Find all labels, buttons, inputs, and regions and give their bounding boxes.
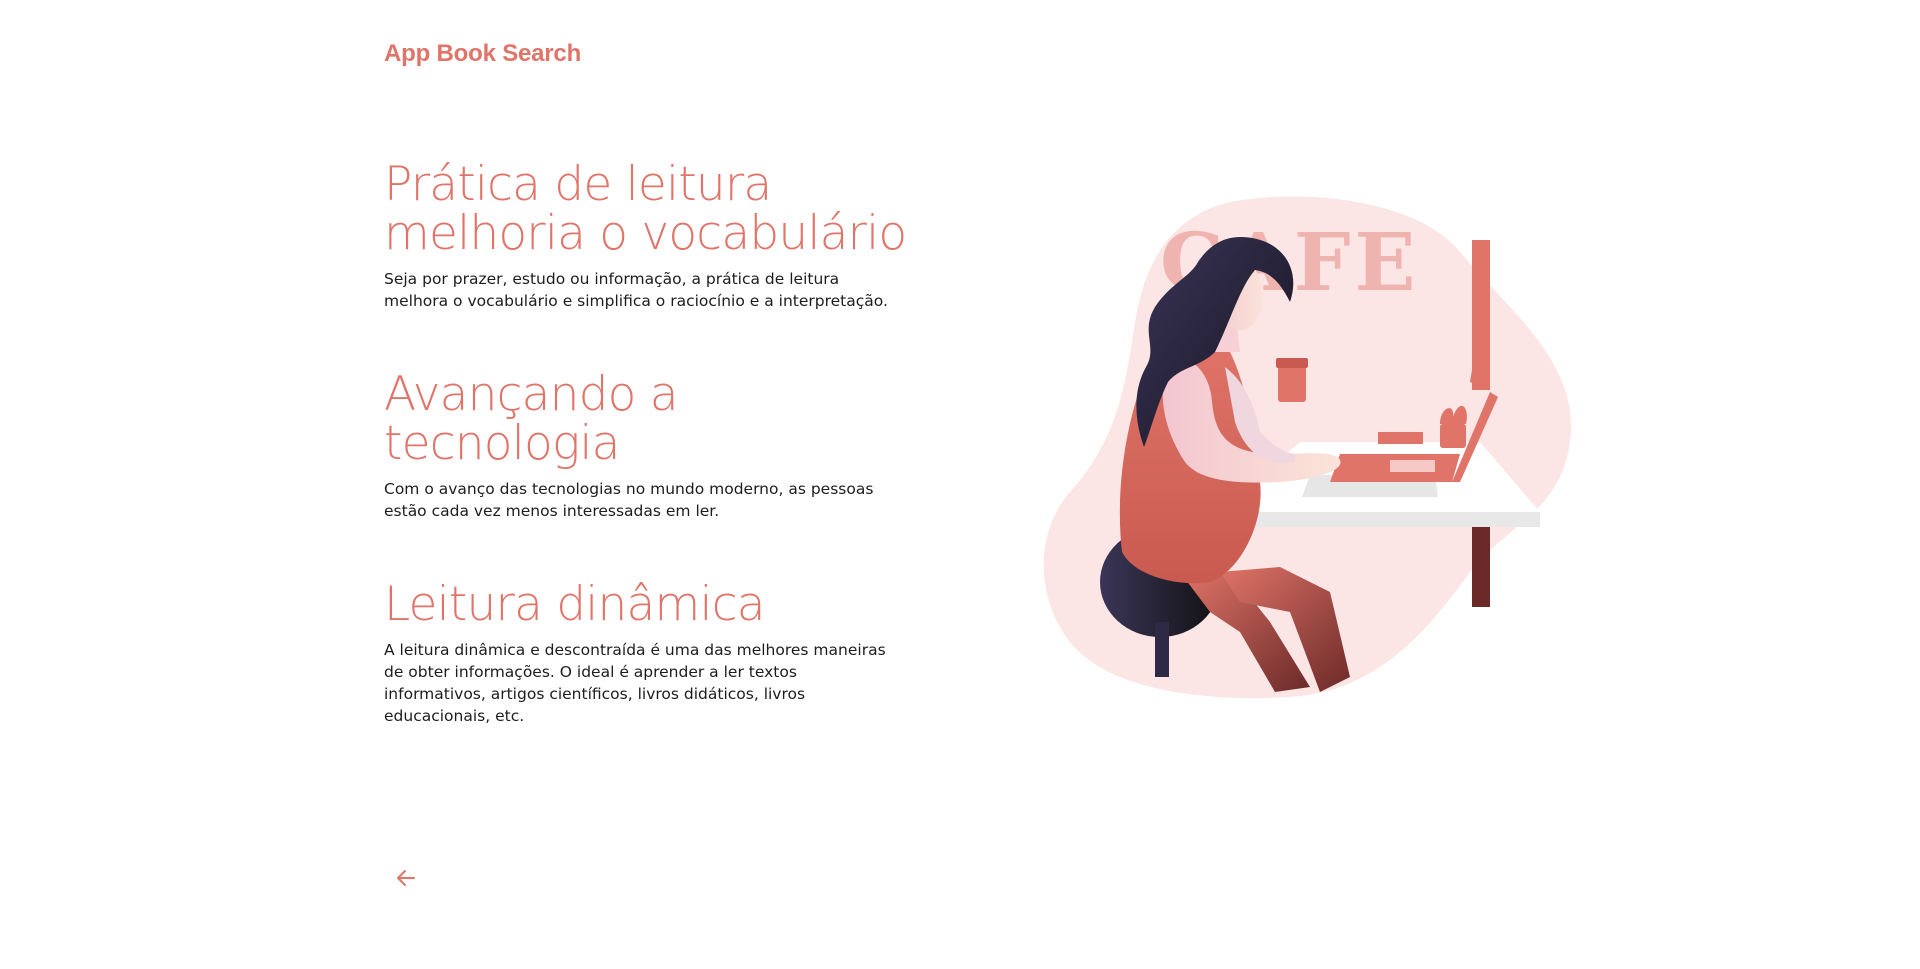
section-heading: Avançando a tecnologia xyxy=(384,367,679,471)
stool-leg xyxy=(1155,622,1169,677)
section-body: Com o avanço das tecnologias no mundo mo… xyxy=(384,480,874,520)
cafe-reading-illustration: CAFE xyxy=(1043,196,1571,699)
section-heading-line: melhoria o vocabulário xyxy=(384,206,907,261)
section-heading: Prática de leitura melhoria o vocabulári… xyxy=(384,160,924,258)
section-body: Seja por prazer, estudo ou informação, a… xyxy=(384,270,888,310)
section-technology: Avançando a tecnologia Com o avanço das … xyxy=(384,370,924,522)
table-leg xyxy=(1472,527,1490,607)
section-body: A leitura dinâmica e descontraída é uma … xyxy=(384,641,886,725)
section-heading: Leitura dinâmica xyxy=(384,577,766,632)
section-heading-line: Prática de leitura xyxy=(384,157,772,212)
plant-pot xyxy=(1440,424,1466,448)
content-sections: Prática de leitura melhoria o vocabulári… xyxy=(384,160,924,785)
page: App Book Search Prática de leitura melho… xyxy=(0,0,1920,969)
arrow-left-icon[interactable] xyxy=(392,864,420,892)
section-reading-practice: Prática de leitura melhoria o vocabulári… xyxy=(384,160,924,312)
section-dynamic-reading: Leitura dinâmica A leitura dinâmica e de… xyxy=(384,580,924,727)
coffee-cup xyxy=(1278,364,1306,402)
app-title[interactable]: App Book Search xyxy=(384,40,581,68)
table-top xyxy=(1220,512,1540,527)
